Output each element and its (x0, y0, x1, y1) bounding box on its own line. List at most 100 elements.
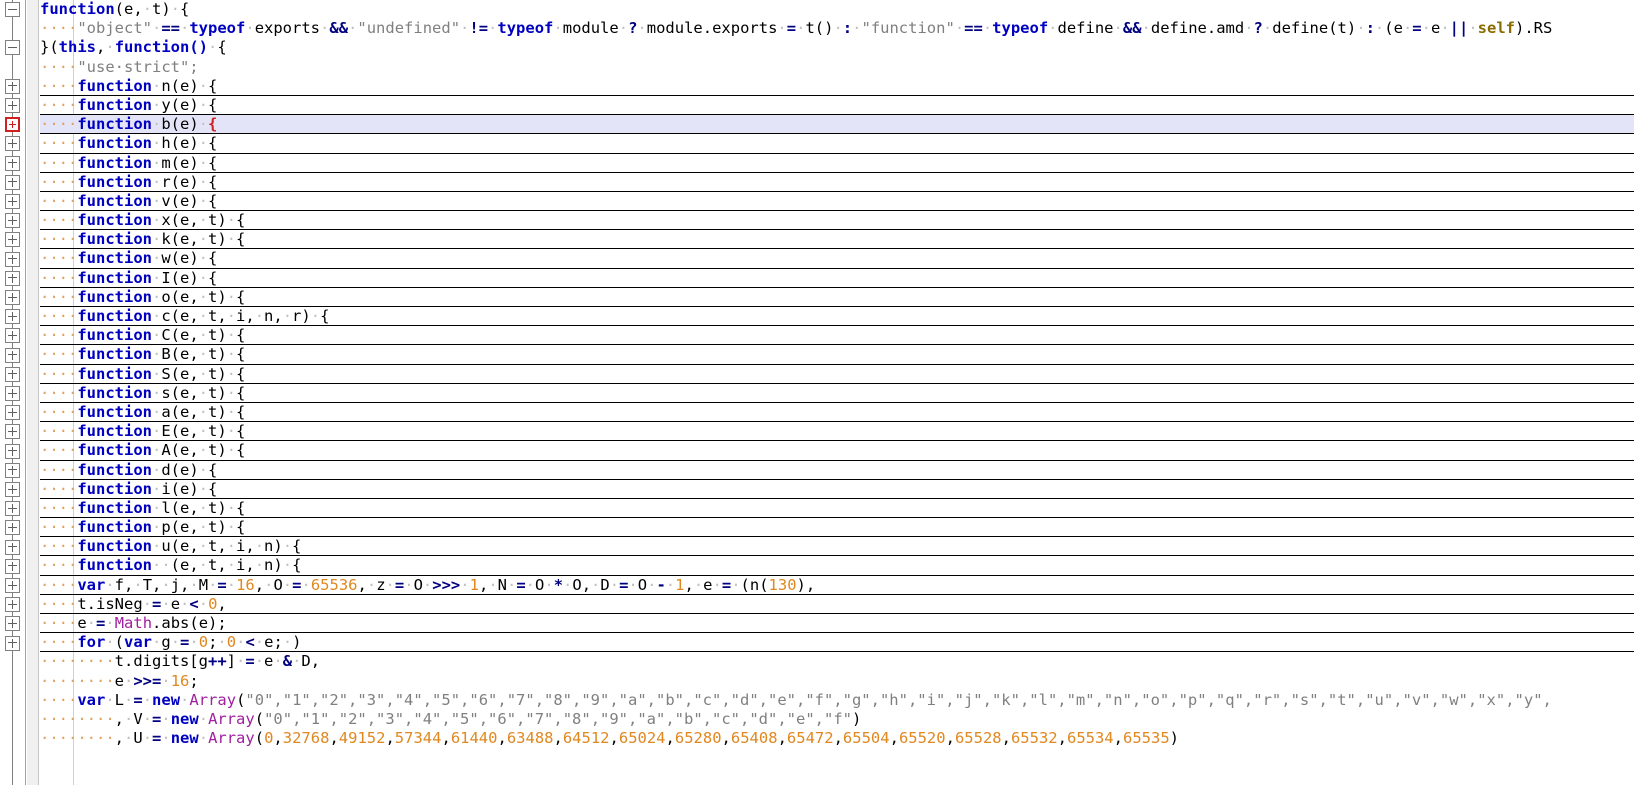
code-token-op: != (469, 19, 489, 38)
code-line[interactable]: ····function·w(e)·{ (40, 249, 1634, 269)
code-token-num: 32768 (282, 729, 330, 748)
fold-toggle-plus[interactable] (5, 482, 20, 497)
code-line[interactable]: ····function·l(e,·t)·{ (40, 499, 1634, 519)
code-line[interactable]: ····function·r(e)·{ (40, 173, 1634, 193)
code-token-ws: · (124, 690, 134, 709)
fold-toggle-plus[interactable] (5, 232, 20, 248)
code-token-ws: · (151, 76, 162, 95)
code-token-num: 16 (170, 671, 190, 690)
code-line[interactable]: ····function·a(e,·t)·{ (40, 403, 1634, 423)
fold-toggle-plus[interactable] (5, 347, 20, 363)
code-editor[interactable]: function(e,·t)·{····"object"·==·typeof·e… (0, 0, 1634, 785)
fold-toggle-plus[interactable] (5, 558, 20, 574)
code-token-plain: e (703, 575, 713, 594)
code-line[interactable]: ····function·v(e)·{ (40, 192, 1634, 212)
fold-toggle-plus[interactable] (5, 405, 20, 421)
fold-toggle-plus[interactable] (5, 174, 20, 190)
code-token-num: 65520 (898, 729, 946, 748)
code-line[interactable]: ····function·o(e,·t)·{ (40, 288, 1634, 308)
code-line[interactable]: ····function·m(e)·{ (40, 154, 1634, 173)
code-line[interactable]: ····function·p(e,·t)·{ (40, 518, 1634, 538)
fold-plus-bar (11, 216, 13, 226)
code-line[interactable]: ····t.isNeg·=·e·<·0, (40, 594, 1634, 615)
fold-toggle-plus[interactable] (5, 136, 20, 152)
fold-toggle-plus[interactable] (5, 213, 20, 229)
fold-toggle-minus[interactable] (5, 40, 20, 56)
fold-toggle-plus[interactable] (5, 270, 20, 286)
fold-toggle-plus[interactable] (5, 616, 20, 632)
code-line[interactable]: ····function·b(e)·{ (40, 115, 1634, 135)
code-line[interactable]: ····function·u(e,·t,·i,·n)·{ (40, 537, 1634, 557)
fold-toggle-plus[interactable] (5, 501, 20, 517)
code-token-self: self (1477, 19, 1515, 38)
code-token-plain: i, (236, 307, 255, 325)
code-text-area[interactable]: function(e,·t)·{····"object"·==·typeof·e… (40, 0, 1634, 785)
code-token-ws: · (124, 709, 134, 728)
fold-toggle-plus[interactable] (5, 117, 20, 133)
code-token-plain: , (329, 729, 339, 748)
fold-toggle-minus[interactable] (5, 2, 20, 17)
fold-toggle-plus[interactable] (5, 155, 20, 171)
code-line[interactable]: }(this,·function()·{ (40, 38, 1634, 57)
code-line[interactable]: function(e,·t)·{ (40, 0, 1634, 19)
code-line[interactable]: ····for·(var·g·=·0;·0·<·e;·) (40, 633, 1634, 653)
code-token-ws: · (366, 575, 377, 594)
fold-toggle-plus[interactable] (5, 462, 20, 478)
code-line[interactable]: ····function·I(e)·{ (40, 269, 1634, 289)
fold-toggle-plus[interactable] (5, 386, 20, 401)
fold-minus-bar (8, 258, 17, 260)
code-token-plain: { (292, 556, 302, 575)
code-line[interactable]: ····function·i(e)·{ (40, 480, 1634, 500)
code-line[interactable]: ····function·d(e)·{ (40, 461, 1634, 480)
code-token-ws: · (1113, 19, 1123, 38)
fold-toggle-plus[interactable] (5, 309, 20, 325)
code-line[interactable]: ····function·A(e,·t)·{ (40, 441, 1634, 461)
fold-toggle-plus[interactable] (5, 290, 20, 305)
fold-gutter[interactable] (0, 0, 26, 785)
fold-plus-bar (11, 446, 13, 456)
code-line[interactable]: ····function·n(e)·{ (40, 76, 1634, 97)
code-line[interactable]: ····function·c(e,·t,·i,·n,·r)·{ (40, 307, 1634, 327)
code-line[interactable]: ········,·V·=·new·Array("0","1","2","3",… (40, 710, 1634, 729)
code-line[interactable]: ····function·s(e,·t)·{ (40, 384, 1634, 404)
code-line[interactable]: ····"use·strict"; (40, 58, 1634, 77)
code-line[interactable]: ········e·>>=·16; (40, 672, 1634, 691)
code-line[interactable]: ····var·L·=·new·Array("0","1","2","3","4… (40, 691, 1634, 710)
code-line[interactable]: ····function·S(e,·t)·{ (40, 365, 1634, 384)
code-token-plain: , (217, 594, 227, 613)
code-token-dot: ···· (40, 633, 78, 652)
code-line[interactable]: ····function·h(e)·{ (40, 134, 1634, 154)
code-token-plain: b(e) (161, 115, 199, 134)
fold-toggle-plus[interactable] (5, 78, 20, 94)
code-line[interactable]: ····"object"·==·typeof·exports·&&·"undef… (40, 19, 1634, 38)
code-line[interactable]: ····e·=·Math.abs(e); (40, 614, 1634, 634)
fold-plus-bar (11, 561, 13, 571)
fold-toggle-plus[interactable] (5, 366, 20, 382)
code-line[interactable]: ····function·y(e)·{ (40, 96, 1634, 116)
fold-toggle-plus[interactable] (5, 424, 20, 440)
code-line[interactable]: ····function·k(e,·t)·{ (40, 230, 1634, 250)
code-line[interactable]: ········,·U·=·new·Array(0,32768,49152,57… (40, 729, 1634, 748)
fold-toggle-plus[interactable] (5, 98, 20, 113)
code-token-ws: · (105, 614, 115, 632)
fold-toggle-plus[interactable] (5, 443, 20, 459)
code-token-num: 65535 (1123, 729, 1170, 748)
fold-toggle-plus[interactable] (5, 635, 20, 651)
fold-toggle-plus[interactable] (5, 520, 20, 536)
code-token-ws: · (170, 0, 181, 18)
code-line[interactable]: ········t.digits[g++]·=·e·&·D, (40, 652, 1634, 671)
code-line[interactable]: ····function··(e,·t,·i,·n)·{ (40, 556, 1634, 576)
fold-toggle-plus[interactable] (5, 539, 20, 555)
code-line[interactable]: ····function·C(e,·t)·{ (40, 326, 1634, 346)
code-line[interactable]: ····function·E(e,·t)·{ (40, 422, 1634, 442)
fold-toggle-plus[interactable] (5, 597, 20, 613)
code-line[interactable]: ····var·f,·T,·j,·M·=·16,·O·=·65536,·z·=·… (40, 575, 1634, 596)
fold-toggle-plus[interactable] (5, 194, 20, 209)
code-line-list[interactable]: function(e,·t)·{····"object"·==·typeof·e… (40, 0, 1634, 748)
fold-toggle-plus[interactable] (5, 251, 20, 267)
fold-toggle-plus[interactable] (5, 578, 20, 593)
code-token-ws: · (198, 211, 208, 230)
code-line[interactable]: ····function·x(e,·t)·{ (40, 211, 1634, 231)
code-line[interactable]: ····function·B(e,·t)·{ (40, 345, 1634, 365)
fold-toggle-plus[interactable] (5, 328, 20, 344)
